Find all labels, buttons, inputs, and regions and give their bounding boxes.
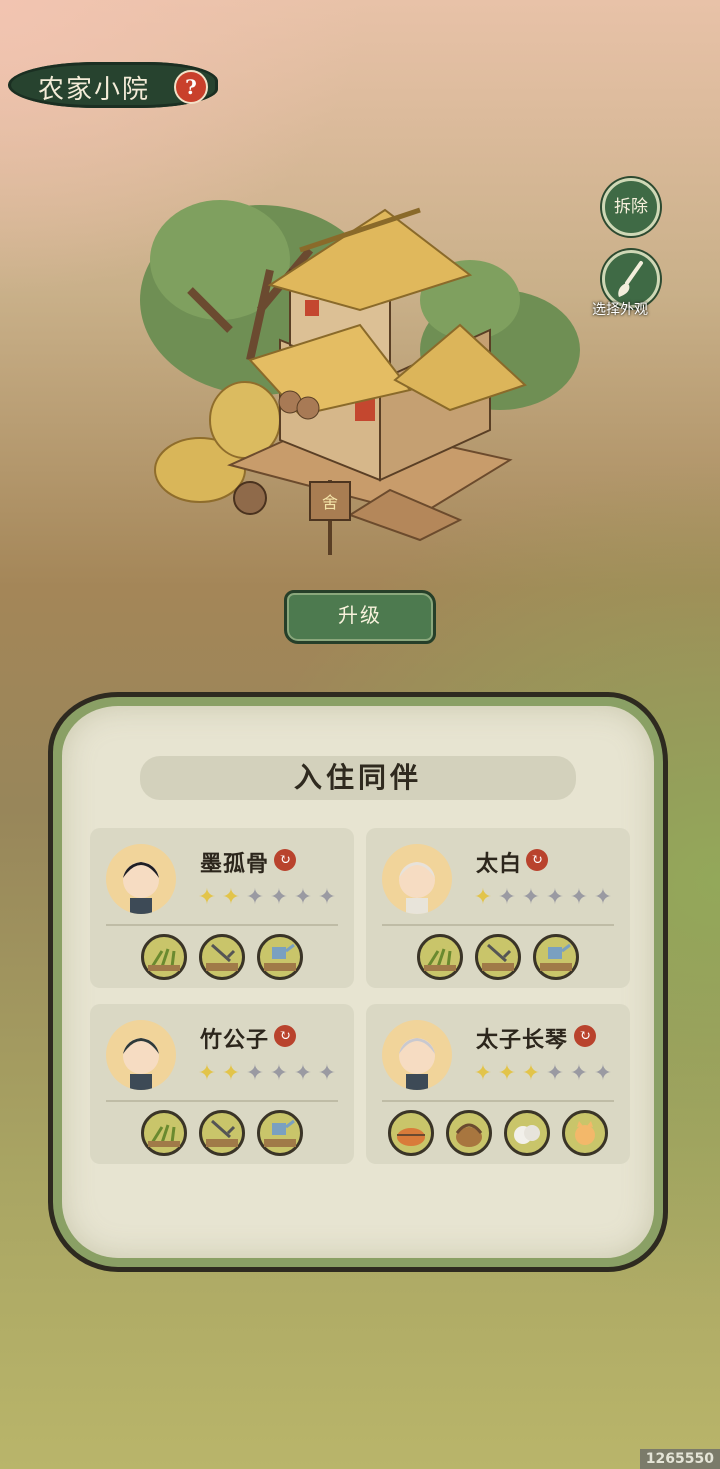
house-sign: 舍 [322,493,338,512]
basket-icon[interactable] [446,1110,492,1156]
appearance-label: 选择外观 [592,302,648,318]
courtyard-house-illustration[interactable]: 舍 [130,180,590,560]
star-filled-icon: ✦ [497,1061,517,1086]
cooking-icon[interactable] [388,1110,434,1156]
star-rating: ✦ ✦ ✦ ✦ ✦ ✦ [472,886,614,912]
divider [382,1100,614,1102]
companion-card[interactable]: 墨孤骨 ↻ ✦ ✦ ✦ ✦ ✦ ✦ [90,828,354,988]
companion-name: 太白 [476,851,523,877]
companion-name: 太子长琴 [476,1027,569,1053]
wool-icon[interactable] [504,1110,550,1156]
star-empty-icon: ✦ [269,885,289,910]
star-filled-icon: ✦ [473,885,493,910]
star-empty-icon: ✦ [269,1061,289,1086]
companion-avatar [106,844,176,914]
star-filled-icon: ✦ [221,885,241,910]
companion-name: 墨孤骨 [200,851,270,877]
star-filled-icon: ✦ [197,885,217,910]
star-rating: ✦ ✦ ✦ ✦ ✦ ✦ [196,886,338,912]
hoe-icon[interactable] [199,934,245,980]
star-filled-icon: ✦ [521,1061,541,1086]
divider [382,924,614,926]
companion-card[interactable]: 太白 ↻ ✦ ✦ ✦ ✦ ✦ ✦ [366,828,630,988]
farming-icon[interactable] [141,934,187,980]
swap-companion-icon[interactable]: ↻ [574,1025,596,1047]
swap-companion-icon[interactable]: ↻ [274,849,296,871]
star-rating: ✦ ✦ ✦ ✦ ✦ ✦ [196,1062,338,1088]
star-empty-icon: ✦ [545,1061,565,1086]
star-empty-icon: ✦ [497,885,517,910]
star-rating: ✦ ✦ ✦ ✦ ✦ ✦ [472,1062,614,1088]
hoe-icon[interactable] [475,934,521,980]
help-icon[interactable]: ? [174,70,208,104]
skill-row [366,934,630,980]
brush-icon [618,261,643,297]
companion-card[interactable]: 竹公子 ↻ ✦ ✦ ✦ ✦ ✦ ✦ [90,1004,354,1164]
swap-companion-icon[interactable]: ↻ [526,849,548,871]
companion-avatar [382,844,452,914]
star-filled-icon: ✦ [221,1061,241,1086]
star-empty-icon: ✦ [593,885,613,910]
star-filled-icon: ✦ [473,1061,493,1086]
companion-avatar [106,1020,176,1090]
star-empty-icon: ✦ [317,885,337,910]
divider [106,1100,338,1102]
panel-title: 入住同伴 [140,756,576,800]
divider [106,924,338,926]
demolish-button[interactable]: 拆除 [602,178,660,236]
skill-row [90,1110,354,1156]
star-empty-icon: ✦ [593,1061,613,1086]
star-empty-icon: ✦ [245,885,265,910]
upgrade-button[interactable]: 升级 [284,590,436,644]
farming-icon[interactable] [141,1110,187,1156]
companions-panel: 入住同伴 墨孤骨 ↻ ✦ ✦ ✦ ✦ ✦ ✦ 太白 ↻ ✦ ✦ ✦ ✦ ✦ ✦ 竹公子 ↻ ✦ ✦ ✦ ✦ ✦ ✦ 太子长… [48,692,668,1272]
watering-icon[interactable] [257,1110,303,1156]
companion-avatar [382,1020,452,1090]
star-empty-icon: ✦ [569,1061,589,1086]
watering-icon[interactable] [533,934,579,980]
star-empty-icon: ✦ [293,885,313,910]
watering-icon[interactable] [257,934,303,980]
companion-card[interactable]: 太子长琴 ↻ ✦ ✦ ✦ ✦ ✦ ✦ [366,1004,630,1164]
title-banner: 农家小院 ? [8,62,218,108]
star-empty-icon: ✦ [569,885,589,910]
hoe-icon[interactable] [199,1110,245,1156]
cat-icon[interactable] [562,1110,608,1156]
star-empty-icon: ✦ [245,1061,265,1086]
star-empty-icon: ✦ [293,1061,313,1086]
star-empty-icon: ✦ [545,885,565,910]
farming-icon[interactable] [417,934,463,980]
watermark: 1265550 [639,1449,720,1469]
page-title: 农家小院 [38,75,151,105]
swap-companion-icon[interactable]: ↻ [274,1025,296,1047]
skill-row [90,934,354,980]
star-empty-icon: ✦ [317,1061,337,1086]
star-filled-icon: ✦ [197,1061,217,1086]
skill-row [366,1110,630,1156]
star-empty-icon: ✦ [521,885,541,910]
companion-name: 竹公子 [200,1027,270,1053]
